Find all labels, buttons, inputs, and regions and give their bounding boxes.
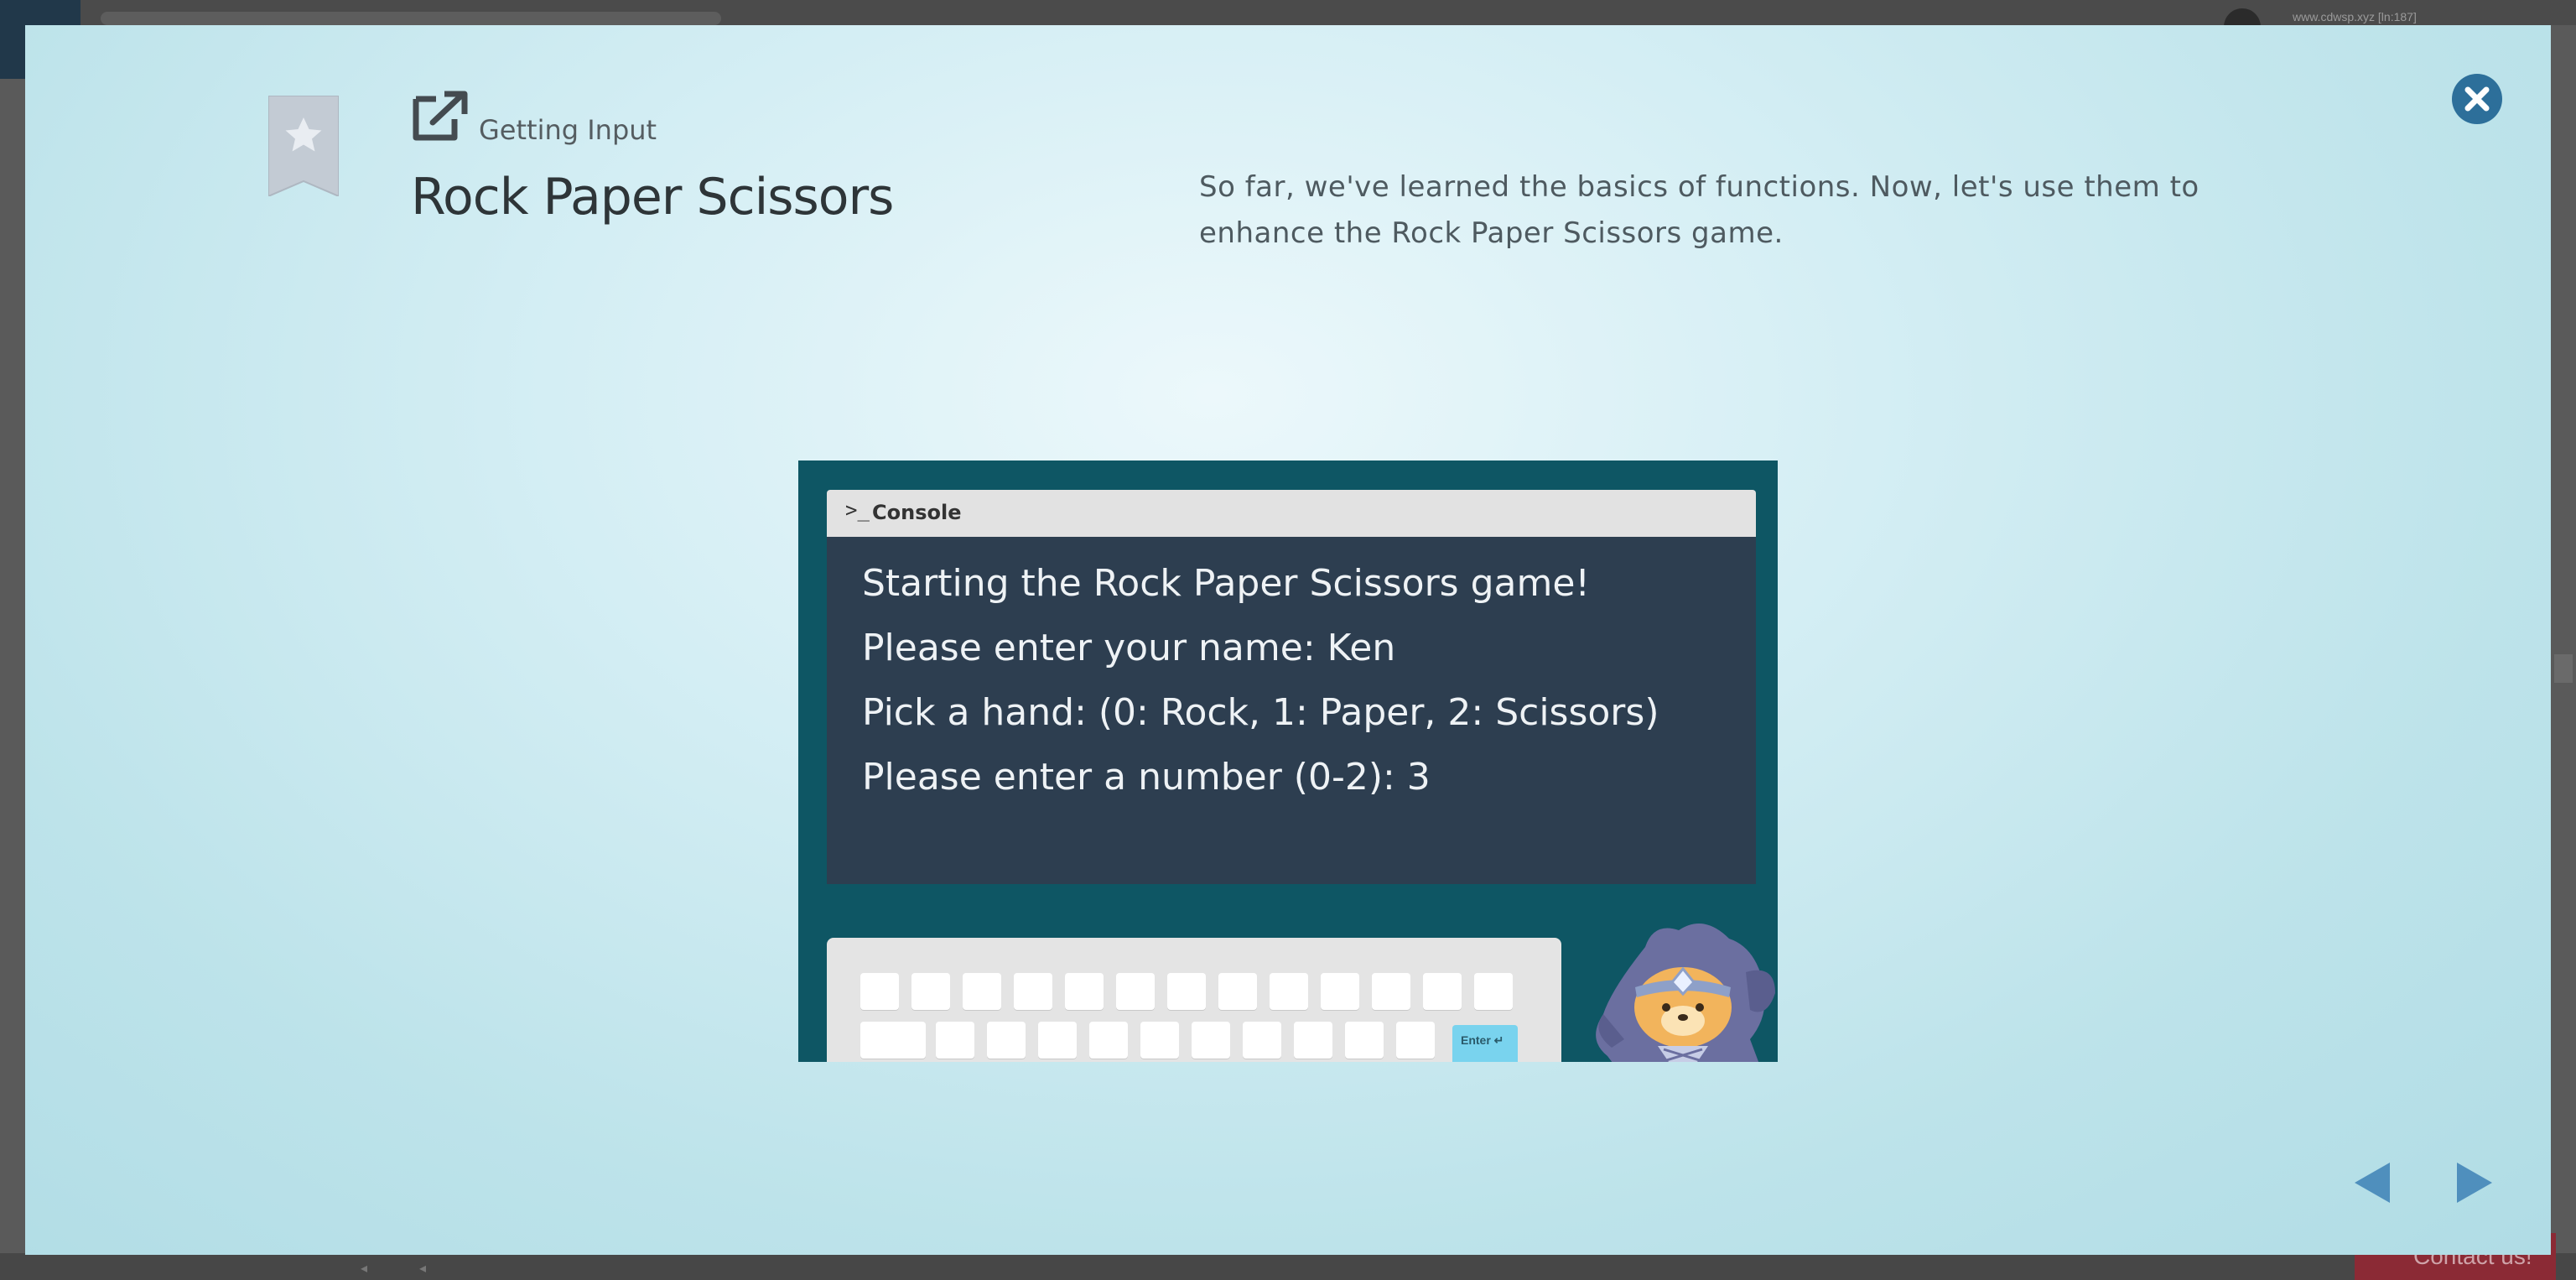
key [1140,1022,1179,1059]
key [1372,973,1410,1010]
key [1038,1022,1077,1059]
key [1167,973,1206,1010]
key [963,973,1001,1010]
background-url-text: www.cdwsp.xyz [ln:187] [2293,10,2417,23]
console-label: Console [872,501,962,524]
triangle-left-icon[interactable] [2351,1159,2393,1206]
star-bookmark-icon[interactable] [268,96,339,196]
key [1396,1022,1435,1059]
key [1474,973,1513,1010]
key [1014,973,1052,1010]
lesson-description: So far, we've learned the basics of func… [1199,170,2199,250]
key [1423,973,1462,1010]
key [1218,973,1257,1010]
key [911,973,950,1010]
background-scroll-left-icon-2: ◂ [419,1260,427,1276]
background-scrollbar-thumb [2554,654,2573,683]
ninja-mascot-icon [1596,924,1775,1062]
background-search-bar [101,12,721,25]
background-bottom-bar [0,1253,2576,1280]
background-scroll-left-icon: ◂ [361,1260,368,1276]
lesson-subtitle: Getting Input [479,114,657,146]
key [860,1022,926,1059]
lesson-title: Rock Paper Scissors [411,168,894,226]
console-output: Starting the Rock Paper Scissors game! P… [827,537,1756,884]
console-line: Starting the Rock Paper Scissors game! [862,562,1591,605]
key [1243,1022,1281,1059]
key [987,1022,1026,1059]
key [1321,973,1359,1010]
key [1089,1022,1128,1059]
close-icon[interactable] [2450,72,2504,126]
console-line: Please enter your name: Ken [862,627,1396,669]
terminal-icon: >_ [845,498,870,522]
external-link-icon [413,91,468,141]
enter-key: Enter ↵ [1452,1025,1518,1062]
key [1192,1022,1230,1059]
console-header: >_ Console [827,490,1756,537]
key [1116,973,1155,1010]
keyboard-illustration: Enter ↵ [827,938,1561,1062]
triangle-right-icon[interactable] [2454,1159,2496,1206]
key [936,1022,974,1059]
key [1270,973,1308,1010]
key [1065,973,1104,1010]
key [1294,1022,1332,1059]
console-line: Please enter a number (0-2): 3 [862,756,1431,799]
enter-key-label: Enter ↵ [1461,1033,1504,1047]
console-line: Pick a hand: (0: Rock, 1: Paper, 2: Scis… [862,691,1659,734]
key [860,973,899,1010]
lesson-modal: Getting Input Rock Paper Scissors So far… [25,25,2551,1255]
key [1345,1022,1384,1059]
slide-image: >_ Console Starting the Rock Paper Sciss… [798,460,1778,1062]
